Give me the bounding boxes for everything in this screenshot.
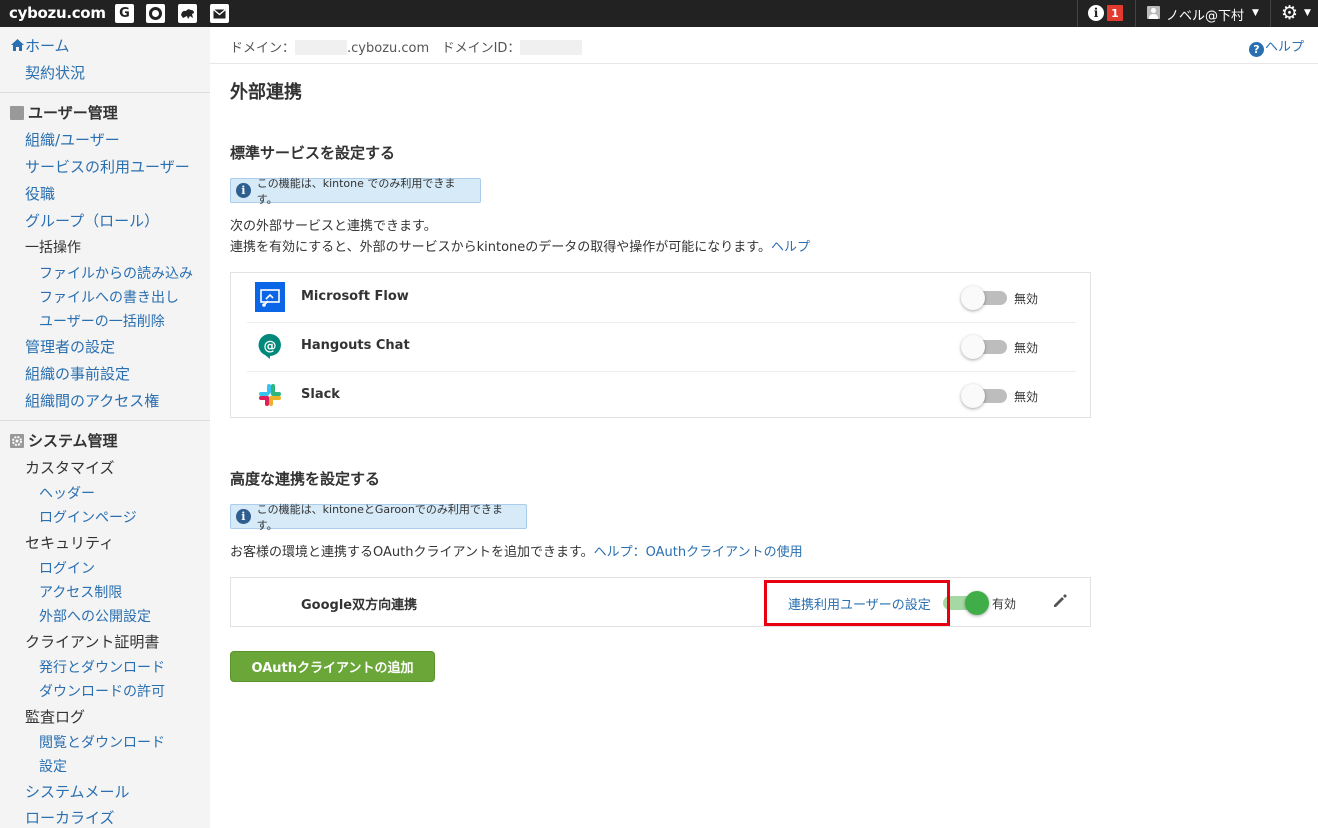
domain-bar: ドメイン： .cybozu.com ドメインID： ? ヘルプ: [210, 27, 1318, 64]
user-menu[interactable]: ノベル@下村: [1166, 5, 1244, 24]
hangouts-chat-toggle[interactable]: [961, 335, 1007, 359]
office-app-icon[interactable]: [146, 4, 165, 23]
sidebar-item-header[interactable]: ヘッダー: [39, 483, 95, 503]
service-row-hangouts-chat: @ Hangouts Chat 無効: [247, 322, 1076, 372]
slack-toggle[interactable]: [961, 384, 1007, 408]
toggle-status: 有効: [992, 597, 1017, 611]
sidebar-item-bulk-delete[interactable]: ユーザーの一括削除: [39, 311, 165, 331]
page-title: 外部連携: [230, 82, 302, 103]
highlight-annotation-box: [764, 580, 950, 626]
user-icon[interactable]: [1147, 6, 1160, 19]
microsoft-flow-icon: [255, 282, 285, 312]
help-icon: ?: [1248, 42, 1264, 57]
sidebar-item-org-users[interactable]: 組織/ユーザー: [25, 129, 120, 150]
microsoft-flow-toggle[interactable]: [961, 286, 1007, 310]
add-oauth-client-button[interactable]: OAuthクライアントの追加: [230, 651, 435, 682]
sidebar-item-contract[interactable]: 契約状況: [25, 62, 85, 83]
sidebar-item-admins[interactable]: 管理者の設定: [25, 336, 115, 357]
chevron-down-icon[interactable]: ▼: [1252, 8, 1259, 18]
oauth-client-name: Google双方向連携: [301, 598, 418, 613]
slack-icon: [259, 384, 281, 406]
sidebar-item-groups[interactable]: グループ（ロール）: [25, 210, 159, 231]
sidebar-item-access-restriction[interactable]: アクセス制限: [39, 582, 122, 602]
sidebar-item-login-page[interactable]: ログインページ: [39, 507, 137, 527]
sidebar-item-external-publish[interactable]: 外部への公開設定: [39, 606, 151, 626]
svg-text:@: @: [264, 339, 277, 354]
cybozu-logo[interactable]: cybozu.com: [9, 4, 106, 22]
service-name: Hangouts Chat: [301, 338, 410, 353]
toggle-status: 無効: [1014, 390, 1039, 404]
sidebar-item-client-cert: クライアント証明書: [25, 633, 160, 651]
sidebar-item-system-mail[interactable]: システムメール: [25, 781, 130, 802]
sidebar-item-customize: カスタマイズ: [25, 459, 115, 477]
sidebar-item-localize[interactable]: ローカライズ: [25, 807, 115, 828]
sidebar-item-audit-view[interactable]: 閲覧とダウンロード: [39, 732, 165, 752]
service-table: Microsoft Flow 無効 @ Hangouts Chat 無効 Sla…: [230, 272, 1091, 418]
info-icon: i: [236, 509, 251, 524]
service-row-slack: Slack 無効: [247, 371, 1076, 420]
sidebar-item-cert-permit[interactable]: ダウンロードの許可: [39, 681, 165, 701]
sidebar-item-org-presets[interactable]: 組織の事前設定: [25, 363, 130, 384]
home-icon: [11, 39, 24, 51]
garoon-app-icon[interactable]: G: [115, 4, 134, 23]
sidebar-divider: [0, 420, 210, 421]
toggle-status: 無効: [1014, 292, 1039, 306]
sidebar-item-security: セキュリティ: [25, 534, 115, 552]
sidebar-item-label: ホーム: [25, 37, 70, 55]
gear-icon: [10, 434, 24, 448]
gear-icon[interactable]: ⚙: [1281, 2, 1298, 24]
kintone-app-icon[interactable]: [178, 4, 197, 23]
help-link[interactable]: ? ヘルプ: [1248, 36, 1304, 57]
sidebar-item-login[interactable]: ログイン: [39, 558, 95, 578]
sidebar-item-cert-issue[interactable]: 発行とダウンロード: [39, 657, 165, 677]
sidebar-item-home[interactable]: ホーム: [10, 35, 70, 56]
sidebar-item-org-access[interactable]: 組織間のアクセス権: [25, 390, 159, 411]
top-bar: cybozu.com G i 1 ノベル@下村 ▼ ⚙ ▼: [0, 0, 1318, 27]
notification-badge[interactable]: 1: [1107, 5, 1123, 21]
standard-desc-2: 連携を有効にすると、外部のサービスからkintoneのデータの取得や操作が可能に…: [230, 240, 810, 255]
info-icon[interactable]: i: [1088, 5, 1104, 21]
sidebar-item-service-users[interactable]: サービスの利用ユーザー: [25, 156, 190, 177]
standard-section-title: 標準サービスを設定する: [230, 144, 396, 162]
topbar-separator: [1270, 0, 1271, 27]
sidebar-item-export[interactable]: ファイルへの書き出し: [39, 287, 179, 307]
sidebar-item-import[interactable]: ファイルからの読み込み: [39, 263, 193, 283]
standard-desc-1: 次の外部サービスと連携できます。: [230, 219, 437, 234]
hangouts-chat-icon: @: [258, 333, 281, 359]
advanced-section-title: 高度な連携を設定する: [230, 470, 381, 488]
service-name: Slack: [301, 387, 340, 402]
user-icon: [10, 106, 24, 120]
sidebar-item-bulk: 一括操作: [25, 240, 81, 256]
service-name: Microsoft Flow: [301, 289, 409, 304]
toggle-status: 無効: [1014, 341, 1039, 355]
advanced-desc: お客様の環境と連携するOAuthクライアントを追加できます。ヘルプ：OAuthク…: [230, 545, 803, 560]
pencil-icon[interactable]: [1051, 592, 1069, 610]
standard-note: i この機能は、kintone でのみ利用できます。: [230, 177, 481, 206]
chevron-down-icon[interactable]: ▼: [1304, 8, 1311, 18]
sidebar-divider: [0, 92, 210, 93]
oauth-client-row: Google双方向連携 連携利用ユーザーの設定 有効: [230, 577, 1091, 627]
sidebar-section-user-mgmt: ユーザー管理: [10, 102, 118, 123]
sidebar-item-titles[interactable]: 役職: [25, 183, 55, 204]
service-row-microsoft-flow: Microsoft Flow 無効: [247, 273, 1076, 323]
domain-info: ドメイン： .cybozu.com ドメインID：: [230, 37, 583, 56]
masked-domain: [295, 40, 348, 55]
sidebar-item-audit-log: 監査ログ: [25, 708, 86, 726]
mail-app-icon[interactable]: [210, 4, 229, 23]
oauth-help-link[interactable]: ヘルプ：OAuthクライアントの使用: [594, 545, 803, 560]
help-link[interactable]: ヘルプ: [771, 240, 810, 255]
advanced-note: i この機能は、kintoneとGaroonでのみ利用できます。: [230, 503, 527, 532]
topbar-separator: [1077, 0, 1078, 27]
info-icon: i: [236, 183, 251, 198]
topbar-separator: [1135, 0, 1136, 27]
masked-domain-id: [520, 40, 583, 55]
sidebar-item-audit-settings[interactable]: 設定: [39, 756, 67, 776]
sidebar-section-sys-mgmt: システム管理: [10, 430, 118, 451]
